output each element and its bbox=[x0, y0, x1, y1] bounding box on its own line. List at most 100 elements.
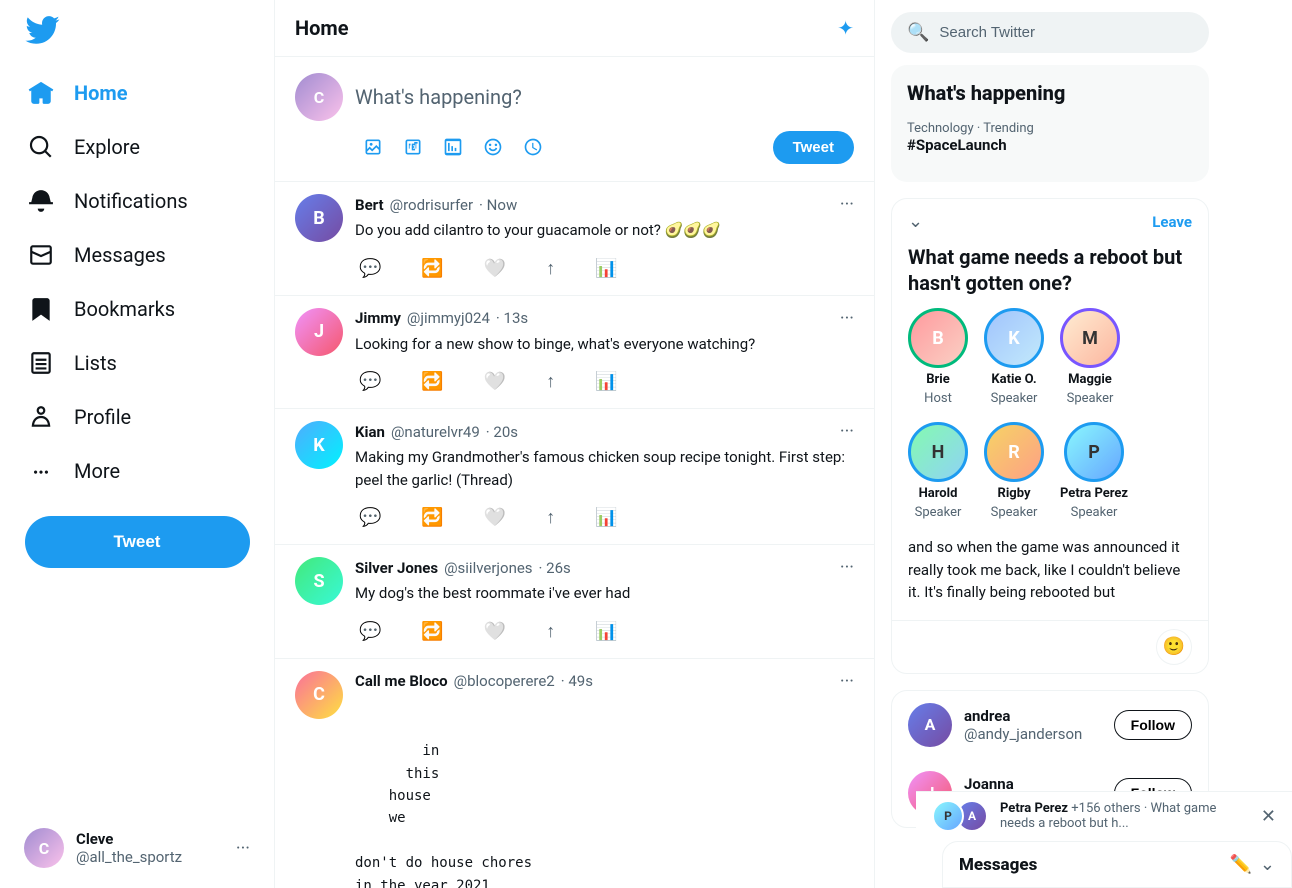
nav-more-label: More bbox=[74, 459, 120, 483]
nav-notifications-label: Notifications bbox=[74, 189, 188, 213]
spaces-chevron-icon[interactable]: ⌄ bbox=[908, 211, 923, 232]
emoji-tool[interactable] bbox=[475, 129, 511, 165]
feed-title: Home bbox=[295, 16, 349, 40]
spaces-speaker-rigby[interactable]: R Rigby Speaker bbox=[984, 422, 1044, 520]
tweet-more-bert[interactable]: ··· bbox=[840, 194, 854, 215]
tweet-more-silver[interactable]: ··· bbox=[840, 557, 854, 578]
tweet-avatar-jimmy: J bbox=[295, 308, 343, 356]
notif-close-button[interactable]: ✕ bbox=[1261, 806, 1276, 827]
search-input-wrap[interactable]: 🔍 bbox=[891, 12, 1209, 53]
bookmark-icon bbox=[28, 296, 54, 322]
compose-tools bbox=[355, 129, 551, 165]
retweet-btn-bert[interactable]: 🔁 bbox=[417, 254, 447, 283]
sparkle-icon[interactable]: ✦ bbox=[837, 16, 854, 40]
image-tool[interactable] bbox=[355, 129, 391, 165]
like-btn-bert[interactable]: 🤍 bbox=[480, 254, 510, 283]
like-btn-jimmy[interactable]: 🤍 bbox=[480, 367, 510, 396]
whats-happening-card: What's happening Technology · Trending #… bbox=[891, 65, 1209, 182]
spaces-speaker-harold[interactable]: H Harold Speaker bbox=[908, 422, 968, 520]
tweet-bloco[interactable]: C Call me Bloco @blocoperere2 · 49s ··· … bbox=[275, 659, 874, 888]
tweet-more-jimmy[interactable]: ··· bbox=[840, 308, 854, 329]
like-btn-kian[interactable]: 🤍 bbox=[480, 503, 510, 532]
reply-btn-jimmy[interactable]: 💬 bbox=[355, 367, 385, 396]
speaker-name-rigby: Rigby bbox=[998, 486, 1031, 501]
analytics-icon: 📊 bbox=[595, 621, 617, 642]
tweet-text-jimmy: Looking for a new show to binge, what's … bbox=[355, 333, 854, 356]
retweet-btn-kian[interactable]: 🔁 bbox=[417, 503, 447, 532]
spaces-avatar-petra: P bbox=[1064, 422, 1124, 482]
sidebar-profile[interactable]: C Cleve @all_the_sportz ··· bbox=[12, 816, 262, 880]
retweet-btn-silver[interactable]: 🔁 bbox=[417, 617, 447, 646]
tweet-more-kian[interactable]: ··· bbox=[840, 421, 854, 442]
share-btn-jimmy[interactable]: ↑ bbox=[542, 367, 559, 396]
analytics-btn-jimmy[interactable]: 📊 bbox=[591, 367, 621, 396]
reply-btn-silver[interactable]: 💬 bbox=[355, 617, 385, 646]
tweet-handle-bert: @rodrisurfer bbox=[390, 196, 473, 214]
like-btn-silver[interactable]: 🤍 bbox=[480, 617, 510, 646]
tweet-name-kian: Kian bbox=[355, 423, 385, 441]
follow-button-andrea[interactable]: Follow bbox=[1114, 710, 1192, 740]
tweet-text-silver: My dog's the best roommate i've ever had bbox=[355, 582, 854, 605]
spaces-emoji-button[interactable]: 🙂 bbox=[1156, 629, 1192, 665]
analytics-icon: 📊 bbox=[595, 371, 617, 392]
tweet-actions-silver: 💬 🔁 🤍 ↑ 📊 bbox=[355, 617, 854, 646]
tweet-more-bloco[interactable]: ··· bbox=[840, 671, 854, 692]
tweet-submit-button[interactable]: Tweet bbox=[773, 131, 854, 164]
analytics-btn-kian[interactable]: 📊 bbox=[591, 503, 621, 532]
tweet-kian[interactable]: K Kian @naturelvr49 · 20s ··· Making my … bbox=[275, 409, 874, 545]
tweet-text-bloco: in this house we don't do house chores i… bbox=[355, 696, 854, 888]
nav-bookmarks[interactable]: Bookmarks bbox=[12, 284, 262, 334]
nav-notifications[interactable]: Notifications bbox=[12, 176, 262, 226]
share-btn-bert[interactable]: ↑ bbox=[542, 254, 559, 283]
nav-more[interactable]: More bbox=[12, 446, 262, 496]
spaces-speaker-brie[interactable]: B Brie Host bbox=[908, 308, 968, 406]
spaces-leave-button[interactable]: Leave bbox=[1152, 213, 1192, 231]
messages-bar-title: Messages bbox=[959, 855, 1037, 875]
reply-btn-bert[interactable]: 💬 bbox=[355, 254, 385, 283]
user-avatar: C bbox=[24, 828, 64, 868]
profile-more-icon[interactable]: ··· bbox=[236, 838, 250, 859]
search-input[interactable] bbox=[939, 24, 1193, 41]
notif-strong: Petra Perez bbox=[1000, 801, 1068, 816]
nav-messages[interactable]: Messages bbox=[12, 230, 262, 280]
follow-avatar-andrea: A bbox=[908, 703, 952, 747]
analytics-btn-silver[interactable]: 📊 bbox=[591, 617, 621, 646]
nav-home[interactable]: Home bbox=[12, 68, 262, 118]
home-icon bbox=[28, 80, 54, 106]
reply-icon: 💬 bbox=[359, 507, 381, 528]
trending-item-space[interactable]: Technology · Trending #SpaceLaunch bbox=[907, 121, 1193, 154]
speaker-role-rigby: Speaker bbox=[991, 505, 1038, 520]
nav-home-label: Home bbox=[74, 81, 128, 105]
spaces-avatars-row1: B Brie Host K Katie O. Speaker M Maggie … bbox=[892, 308, 1208, 422]
tweet-silver[interactable]: S Silver Jones @siilverjones · 26s ··· M… bbox=[275, 545, 874, 659]
nav-bookmarks-label: Bookmarks bbox=[74, 297, 175, 321]
compose-placeholder[interactable]: What's happening? bbox=[355, 73, 854, 121]
tweet-avatar-silver: S bbox=[295, 557, 343, 605]
messages-compose-button[interactable]: ✏️ bbox=[1229, 854, 1251, 875]
share-btn-silver[interactable]: ↑ bbox=[542, 617, 559, 646]
nav-profile[interactable]: Profile bbox=[12, 392, 262, 442]
reply-btn-kian[interactable]: 💬 bbox=[355, 503, 385, 532]
gif-tool[interactable] bbox=[395, 129, 431, 165]
tweet-time-bert: · Now bbox=[479, 196, 517, 214]
nav-lists[interactable]: Lists bbox=[12, 338, 262, 388]
tweet-bert[interactable]: B Bert @rodrisurfer · Now ··· Do you add… bbox=[275, 182, 874, 296]
heart-icon: 🤍 bbox=[484, 371, 506, 392]
tweet-name-jimmy: Jimmy bbox=[355, 309, 401, 327]
retweet-btn-jimmy[interactable]: 🔁 bbox=[417, 367, 447, 396]
tweet-button[interactable]: Tweet bbox=[25, 516, 250, 568]
schedule-tool[interactable] bbox=[515, 129, 551, 165]
heart-icon: 🤍 bbox=[484, 258, 506, 279]
share-btn-kian[interactable]: ↑ bbox=[542, 503, 559, 532]
twitter-logo[interactable] bbox=[12, 0, 262, 64]
nav-explore[interactable]: Explore bbox=[12, 122, 262, 172]
share-icon: ↑ bbox=[546, 371, 555, 392]
spaces-speaker-katie[interactable]: K Katie O. Speaker bbox=[984, 308, 1044, 406]
compose-toolbar: Tweet bbox=[355, 129, 854, 165]
analytics-btn-bert[interactable]: 📊 bbox=[591, 254, 621, 283]
messages-collapse-button[interactable]: ⌄ bbox=[1260, 854, 1275, 875]
spaces-speaker-petra[interactable]: P Petra Perez Speaker bbox=[1060, 422, 1128, 520]
spaces-speaker-maggie[interactable]: M Maggie Speaker bbox=[1060, 308, 1120, 406]
tweet-jimmy[interactable]: J Jimmy @jimmyj024 · 13s ··· Looking for… bbox=[275, 296, 874, 410]
poll-tool[interactable] bbox=[435, 129, 471, 165]
